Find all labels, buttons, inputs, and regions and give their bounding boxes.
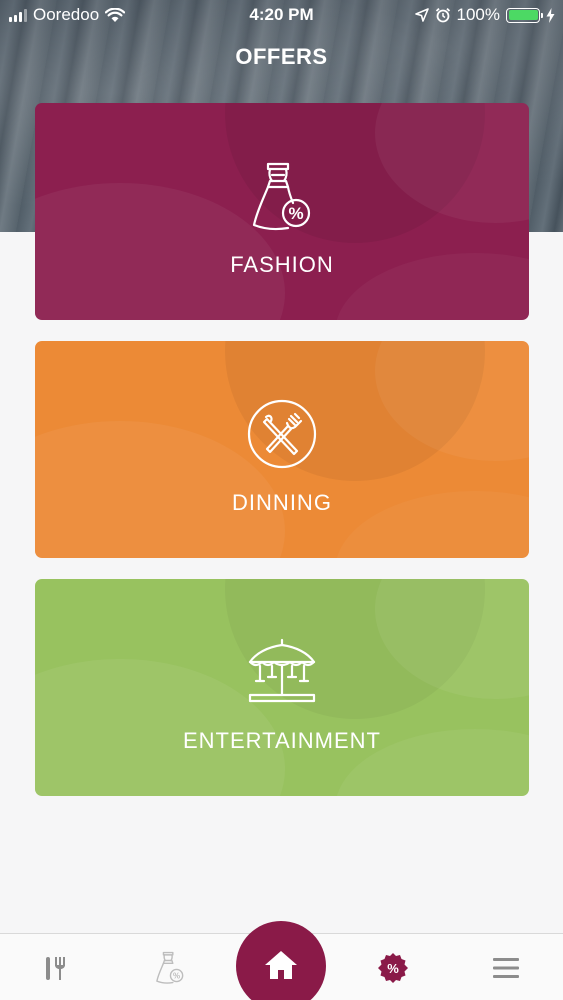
percent-badge-icon: % xyxy=(378,952,408,983)
battery-percent: 100% xyxy=(456,5,500,24)
battery-icon xyxy=(506,7,543,23)
location-arrow-icon xyxy=(414,8,429,22)
nav-offers[interactable]: % xyxy=(363,934,423,1000)
dress-percent-icon: % xyxy=(156,951,184,984)
alarm-icon xyxy=(435,7,450,23)
category-card-entertainment[interactable]: ENTERTAINMENT xyxy=(35,579,529,796)
status-bar: Ooredoo 4:20 PM 100% xyxy=(0,0,563,30)
menu-icon xyxy=(493,957,519,978)
svg-text:%: % xyxy=(288,204,303,223)
fork-knife-icon xyxy=(247,399,317,469)
category-label: ENTERTAINMENT xyxy=(183,728,381,753)
svg-text:%: % xyxy=(387,961,399,976)
home-icon xyxy=(265,951,297,979)
dress-percent-icon: % xyxy=(252,162,311,231)
page-title: OFFERS xyxy=(235,44,328,69)
svg-text:%: % xyxy=(173,971,180,980)
nav-dining[interactable] xyxy=(26,934,86,1000)
carousel-icon xyxy=(248,638,316,703)
offers-screen: Ooredoo 4:20 PM 100% OFFERS % FASHION DI… xyxy=(0,0,563,1000)
fork-knife-icon xyxy=(46,956,65,980)
status-right: 100% xyxy=(414,5,555,25)
charging-bolt-icon xyxy=(546,7,555,23)
battery-level-fill xyxy=(508,10,538,20)
category-label: DINNING xyxy=(232,490,332,515)
category-card-dinning[interactable]: DINNING xyxy=(35,341,529,558)
nav-fashion[interactable]: % xyxy=(140,934,200,1000)
nav-menu[interactable] xyxy=(476,934,536,1000)
category-card-fashion[interactable]: % FASHION xyxy=(35,103,529,320)
category-label: FASHION xyxy=(230,252,334,277)
